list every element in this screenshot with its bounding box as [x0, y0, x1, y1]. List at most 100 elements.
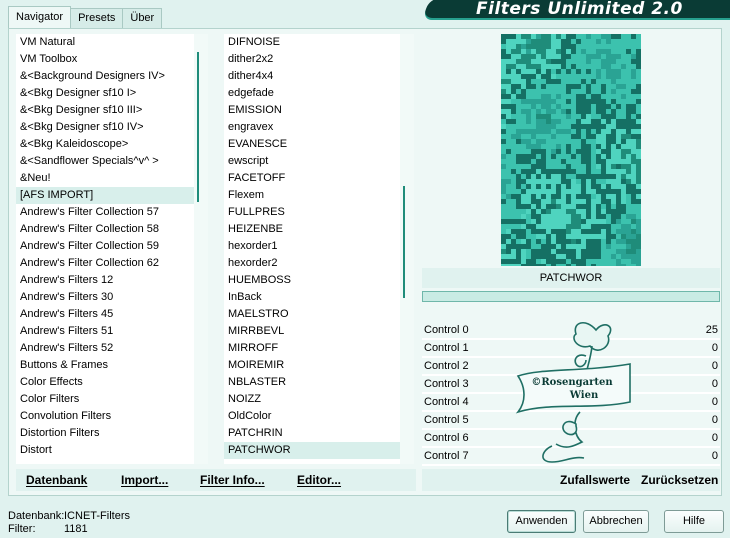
- filter-scroll-thumb[interactable]: [403, 186, 405, 298]
- filter-list-item[interactable]: HUEMBOSS: [224, 272, 400, 289]
- control-label: Control 3: [424, 378, 469, 390]
- category-list-item[interactable]: &<Bkg Designer sf10 IV>: [16, 119, 194, 136]
- control-label: Control 0: [424, 324, 469, 336]
- filter-list-item[interactable]: hexorder2: [224, 255, 400, 272]
- filter-list-item[interactable]: MAELSTRO: [224, 306, 400, 323]
- filter-info-link[interactable]: Filter Info...: [200, 473, 265, 487]
- zufallswerte-button[interactable]: Zufallswerte: [560, 473, 630, 487]
- control-label: Control 1: [424, 342, 469, 354]
- help-button[interactable]: Hilfe: [664, 510, 724, 533]
- cancel-button[interactable]: Abbrechen: [583, 510, 649, 533]
- category-list-item[interactable]: &<Background Designers IV>: [16, 68, 194, 85]
- category-list[interactable]: VM Natural VM Toolbox &<Background Designe…: [16, 34, 194, 464]
- tab-ueber[interactable]: Über: [122, 8, 163, 28]
- datenbank-link[interactable]: Datenbank: [26, 473, 87, 487]
- category-list-item[interactable]: &<Bkg Designer sf10 III>: [16, 102, 194, 119]
- tab-presets[interactable]: Presets: [70, 8, 124, 28]
- category-scroll-thumb[interactable]: [197, 52, 199, 202]
- category-list-item[interactable]: Andrew's Filters 51: [16, 323, 194, 340]
- filter-list-item[interactable]: EVANESCE: [224, 136, 400, 153]
- filter-list-item[interactable]: engravex: [224, 119, 400, 136]
- filter-list-item[interactable]: HEIZENBE: [224, 221, 400, 238]
- filter-scrollbar[interactable]: [400, 34, 414, 464]
- status-filter-label: Filter:: [8, 523, 36, 535]
- filter-list-item[interactable]: MIRROFF: [224, 340, 400, 357]
- category-list-item[interactable]: Andrew's Filter Collection 59: [16, 238, 194, 255]
- filter-list-item[interactable]: MOIREMIR: [224, 357, 400, 374]
- filter-list[interactable]: DIFNOISE dither2x2 dither4x4 edgefade EMISSI…: [224, 34, 400, 464]
- category-list-item[interactable]: [AFS IMPORT]: [16, 187, 194, 204]
- category-list-item[interactable]: Andrew's Filter Collection 62: [16, 255, 194, 272]
- control-row[interactable]: Control 2 0: [422, 358, 720, 376]
- control-value: 0: [711, 360, 718, 372]
- control-row[interactable]: Control 1 0: [422, 340, 720, 358]
- status-filter-count: 1181: [64, 523, 88, 535]
- filters-unlimited-window: Filters Unlimited 2.0 Navigator Presets …: [0, 0, 730, 538]
- filter-list-item[interactable]: FULLPRES: [224, 204, 400, 221]
- category-list-item[interactable]: VM Toolbox: [16, 51, 194, 68]
- control-value: 0: [711, 450, 718, 462]
- category-list-item[interactable]: &<Bkg Designer sf10 I>: [16, 85, 194, 102]
- control-value: 0: [711, 342, 718, 354]
- filter-list-item[interactable]: OldColor: [224, 408, 400, 425]
- filter-list-item[interactable]: MIRRBEVL: [224, 323, 400, 340]
- category-list-item[interactable]: Andrew's Filters 30: [16, 289, 194, 306]
- control-value: 0: [711, 432, 718, 444]
- category-list-item[interactable]: Andrew's Filters 52: [16, 340, 194, 357]
- control-row[interactable]: Control 4 0: [422, 394, 720, 412]
- control-value: 0: [711, 414, 718, 426]
- category-list-item[interactable]: Andrew's Filter Collection 58: [16, 221, 194, 238]
- zuruecksetzen-button[interactable]: Zurücksetzen: [641, 473, 718, 487]
- tab-navigator[interactable]: Navigator: [8, 6, 72, 28]
- controls-list: Control 0 25 Control 1 0 Control 2 0 Control 3…: [422, 322, 720, 466]
- filter-list-item[interactable]: NBLASTER: [224, 374, 400, 391]
- category-list-item[interactable]: Andrew's Filters 12: [16, 272, 194, 289]
- filter-list-item[interactable]: dither4x4: [224, 68, 400, 85]
- category-list-item[interactable]: &<Bkg Kaleidoscope>: [16, 136, 194, 153]
- filter-list-item[interactable]: hexorder1: [224, 238, 400, 255]
- filter-list-item[interactable]: PATCHRIN: [224, 425, 400, 442]
- filter-list-item[interactable]: NOIZZ: [224, 391, 400, 408]
- filter-list-item[interactable]: ewscript: [224, 153, 400, 170]
- category-list-item[interactable]: &Neu!: [16, 170, 194, 187]
- category-list-item[interactable]: Distortion Filters: [16, 425, 194, 442]
- progress-bar: [422, 291, 720, 302]
- status-db-label: Datenbank:: [8, 510, 65, 522]
- control-value: 0: [711, 396, 718, 408]
- control-row[interactable]: Control 6 0: [422, 430, 720, 448]
- editor-link[interactable]: Editor...: [297, 473, 341, 487]
- category-list-item[interactable]: Andrew's Filter Collection 57: [16, 204, 194, 221]
- filter-list-item[interactable]: PATCHWOR: [224, 442, 400, 459]
- control-label: Control 5: [424, 414, 469, 426]
- filter-list-item[interactable]: DIFNOISE: [224, 34, 400, 51]
- category-list-item[interactable]: Convolution Filters: [16, 408, 194, 425]
- filter-list-item[interactable]: EMISSION: [224, 102, 400, 119]
- category-list-item[interactable]: VM Natural: [16, 34, 194, 51]
- category-list-item[interactable]: Color Effects: [16, 374, 194, 391]
- app-title: Filters Unlimited 2.0: [476, 0, 683, 19]
- filter-list-item[interactable]: edgefade: [224, 85, 400, 102]
- status-area: Datenbank:ICNET-Filters Filter: 1181: [8, 510, 130, 536]
- filter-list-item[interactable]: dither2x2: [224, 51, 400, 68]
- preview-image: [501, 34, 641, 266]
- filter-list-item[interactable]: Flexem: [224, 187, 400, 204]
- control-label: Control 4: [424, 396, 469, 408]
- control-row[interactable]: Control 0 25: [422, 322, 720, 340]
- filter-list-item[interactable]: InBack: [224, 289, 400, 306]
- control-row[interactable]: Control 7 0: [422, 448, 720, 466]
- control-row[interactable]: Control 3 0: [422, 376, 720, 394]
- apply-button[interactable]: Anwenden: [507, 510, 576, 533]
- filter-list-item[interactable]: FACETOFF: [224, 170, 400, 187]
- control-row[interactable]: Control 5 0: [422, 412, 720, 430]
- category-list-item[interactable]: Distort: [16, 442, 194, 459]
- preview-patchwork: [501, 34, 641, 266]
- category-list-item[interactable]: Color Filters: [16, 391, 194, 408]
- import-link[interactable]: Import...: [121, 473, 168, 487]
- category-list-item[interactable]: &<Sandflower Specials^v^ >: [16, 153, 194, 170]
- category-list-item[interactable]: Buttons & Frames: [16, 357, 194, 374]
- category-scrollbar[interactable]: [194, 34, 208, 464]
- control-label: Control 7: [424, 450, 469, 462]
- tab-bar: Navigator Presets Über: [8, 6, 163, 28]
- control-label: Control 2: [424, 360, 469, 372]
- category-list-item[interactable]: Andrew's Filters 45: [16, 306, 194, 323]
